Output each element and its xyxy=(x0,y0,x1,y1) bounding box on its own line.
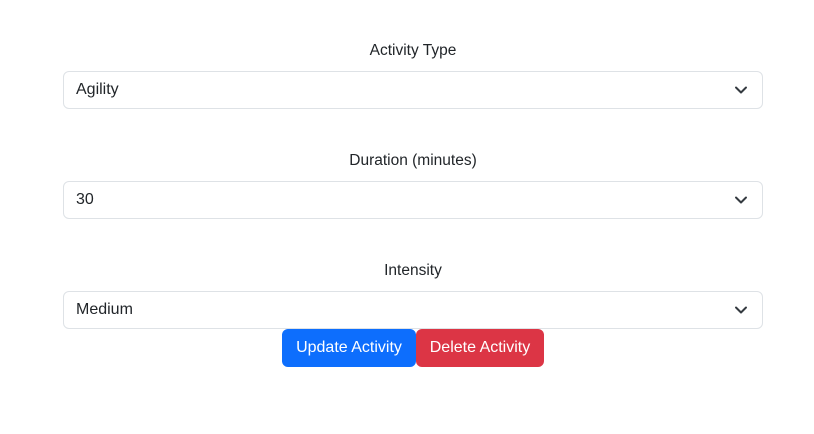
duration-select[interactable]: 30 xyxy=(63,181,763,219)
activity-type-value: Agility xyxy=(76,81,119,98)
update-activity-button[interactable]: Update Activity xyxy=(282,329,416,367)
activity-type-label: Activity Type xyxy=(369,42,457,59)
intensity-select[interactable]: Medium xyxy=(63,291,763,329)
duration-label: Duration (minutes) xyxy=(349,152,477,169)
delete-activity-button[interactable]: Delete Activity xyxy=(416,329,544,367)
intensity-label: Intensity xyxy=(384,262,442,279)
chevron-down-icon xyxy=(735,196,747,204)
intensity-value: Medium xyxy=(76,301,133,318)
chevron-down-icon xyxy=(735,306,747,314)
activity-type-select[interactable]: Agility xyxy=(63,71,763,109)
chevron-down-icon xyxy=(735,86,747,94)
duration-value: 30 xyxy=(76,191,94,208)
